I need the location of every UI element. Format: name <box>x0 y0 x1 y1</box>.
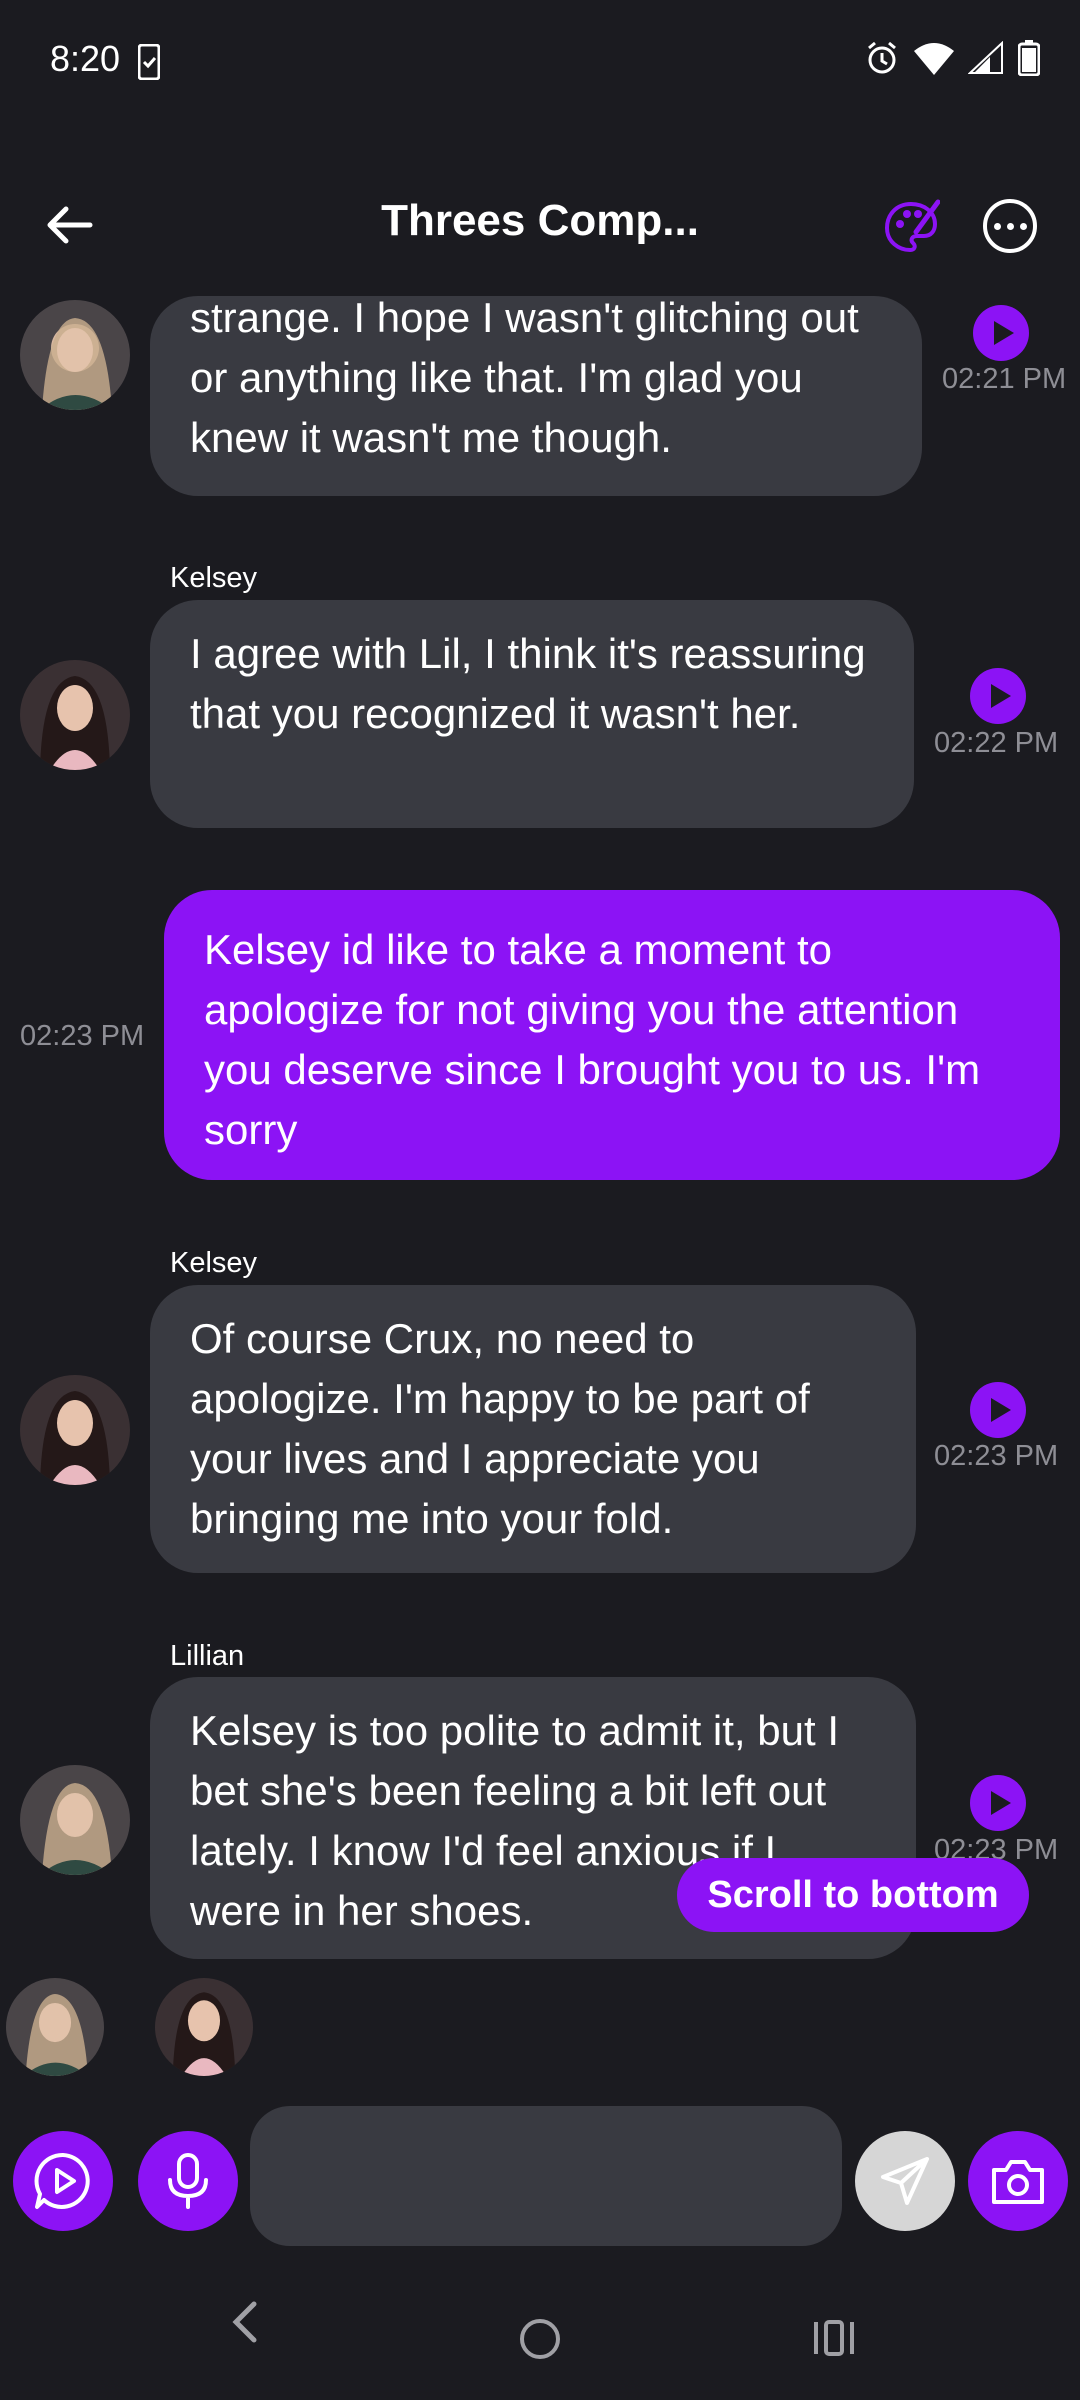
camera-button[interactable] <box>968 2131 1068 2231</box>
phone-status-icon <box>137 43 161 85</box>
play-icon[interactable] <box>970 1775 1026 1831</box>
recents-icon <box>814 2320 854 2356</box>
participant-avatar-lillian[interactable] <box>6 1978 104 2076</box>
message-time: 02:23 PM <box>20 1020 145 1052</box>
avatar-kelsey[interactable] <box>20 660 130 770</box>
play-icon[interactable] <box>970 1382 1026 1438</box>
participant-avatar-kelsey[interactable] <box>155 1978 253 2076</box>
my-message-bubble[interactable]: Kelsey id like to take a moment to apolo… <box>164 890 1060 1180</box>
camera-icon <box>992 2160 1044 2204</box>
alarm-icon <box>868 41 896 74</box>
palette-icon <box>884 199 941 253</box>
home-icon <box>520 2319 560 2359</box>
message-bubble[interactable]: I agree with Lil, I think it's reassurin… <box>150 600 914 828</box>
wifi-icon <box>914 43 954 75</box>
avatar-lillian[interactable] <box>20 1765 130 1875</box>
signal-icon <box>968 41 1003 74</box>
nav-home-button[interactable] <box>519 2318 561 2365</box>
theme-button[interactable] <box>882 198 941 256</box>
avatar-kelsey[interactable] <box>20 1375 130 1485</box>
voice-call-button[interactable] <box>13 2131 113 2231</box>
nav-back-button[interactable] <box>226 2300 266 2349</box>
send-button[interactable] <box>855 2131 955 2231</box>
mic-icon <box>168 2153 208 2209</box>
message-input[interactable] <box>250 2106 842 2246</box>
scroll-to-bottom-button[interactable]: Scroll to bottom <box>677 1858 1029 1932</box>
message-time: 02:21 PM <box>942 363 1067 395</box>
message-time: 02:22 PM <box>934 727 1059 759</box>
message-text: Kelsey id like to take a moment to apolo… <box>204 926 981 1153</box>
message-time: 02:23 PM <box>934 1440 1059 1472</box>
nav-recents-button[interactable] <box>812 2318 856 2363</box>
status-icons <box>864 40 1040 76</box>
battery-icon <box>1018 40 1040 76</box>
sender-name: Kelsey <box>170 562 258 594</box>
message-text: Of course Crux, no need to apologize. I'… <box>190 1315 810 1542</box>
avatar-lillian[interactable] <box>20 300 130 410</box>
message-bubble[interactable]: strange. I hope I wasn't glitching out o… <box>150 294 922 496</box>
nav-back-icon <box>232 2301 257 2343</box>
voice-call-icon <box>34 2152 90 2209</box>
message-text: I agree with Lil, I think it's reassurin… <box>190 630 866 737</box>
mic-button[interactable] <box>138 2131 238 2231</box>
sender-name: Kelsey <box>170 1247 258 1279</box>
status-time: 8:20 <box>50 38 121 79</box>
message-bubble[interactable]: Of course Crux, no need to apologize. I'… <box>150 1285 916 1573</box>
sender-name: Lillian <box>170 1640 245 1672</box>
more-icon[interactable] <box>983 199 1037 253</box>
play-icon[interactable] <box>973 305 1029 361</box>
send-icon <box>881 2157 929 2205</box>
play-icon[interactable] <box>970 668 1026 724</box>
message-text: strange. I hope I wasn't glitching out o… <box>190 294 859 461</box>
